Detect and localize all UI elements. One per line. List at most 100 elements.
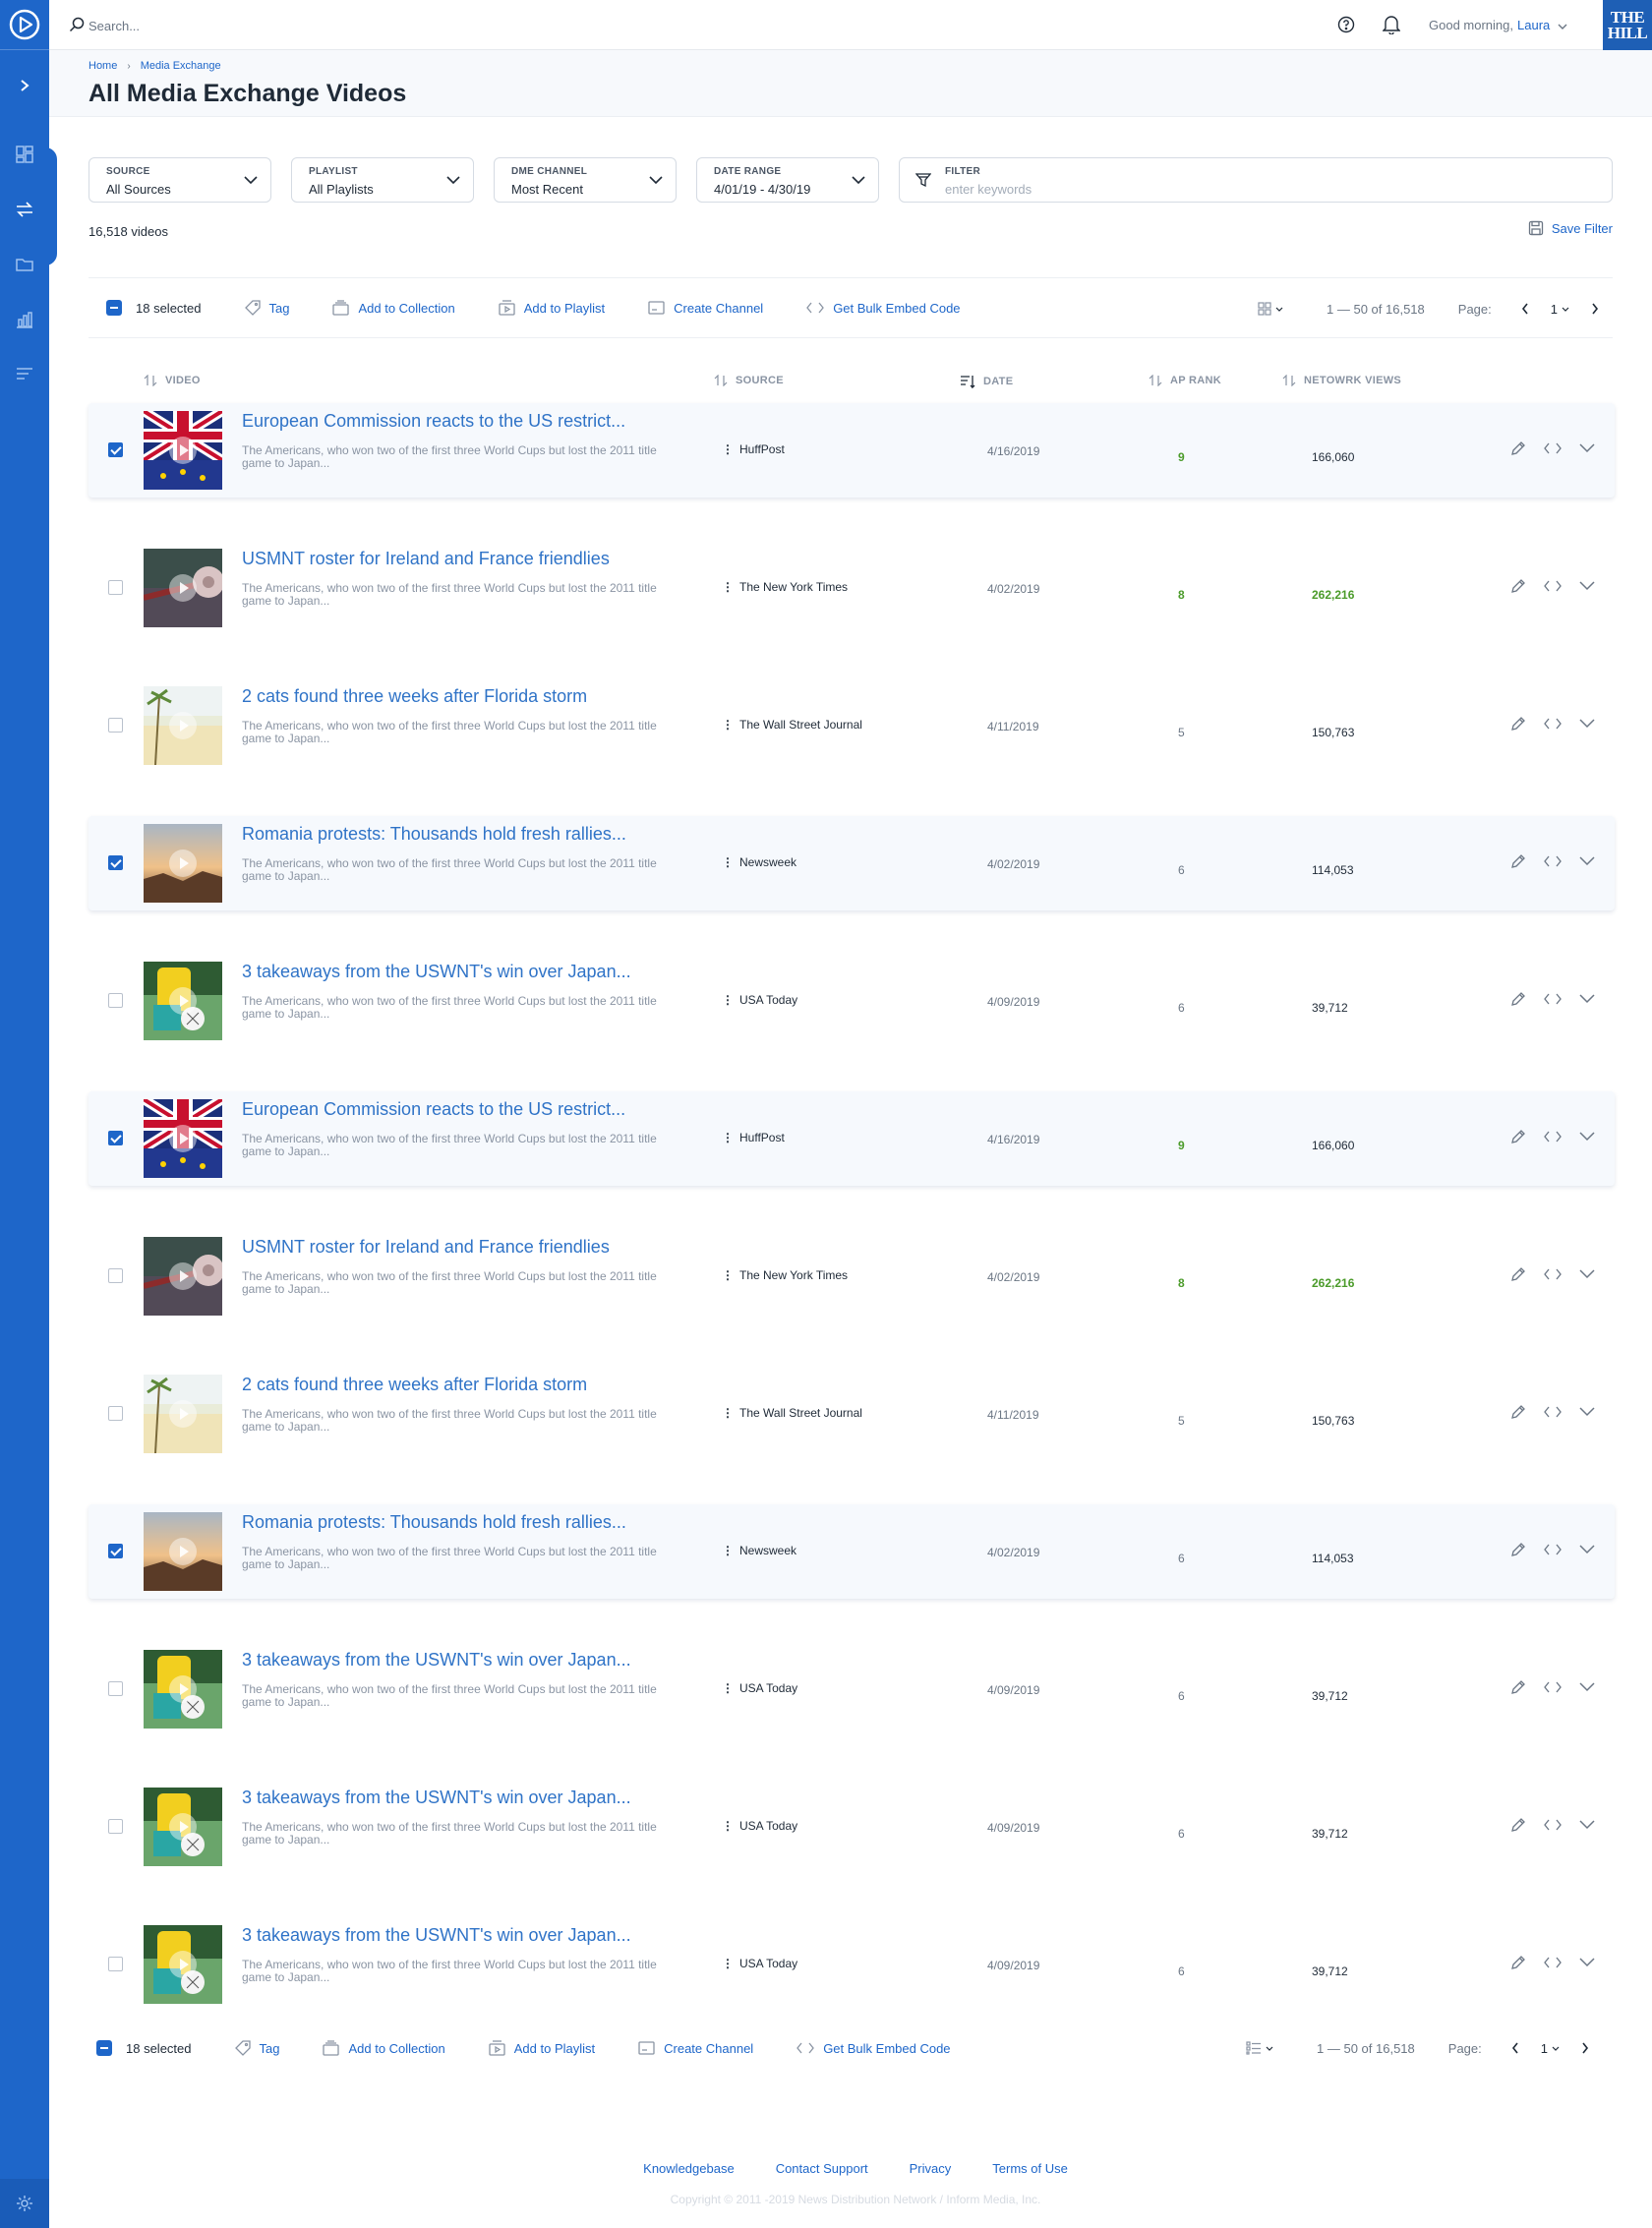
embed-code-icon[interactable] [1544,993,1562,1005]
add-to-playlist-button[interactable]: Add to Playlist [489,2040,595,2056]
bulk-embed-button[interactable]: Get Bulk Embed Code [806,301,961,316]
table-row[interactable]: 2 cats found three weeks after Florida s… [88,1367,1615,1461]
video-title[interactable]: 3 takeaways from the USWNT's win over Ja… [242,962,631,982]
video-title[interactable]: 3 takeaways from the USWNT's win over Ja… [242,1925,631,1946]
kebab-menu-icon[interactable]: ⋮ [722,1819,734,1833]
view-toggle[interactable] [1246,2041,1273,2055]
video-title[interactable]: 2 cats found three weeks after Florida s… [242,686,587,707]
chevron-right-icon[interactable] [1591,303,1599,315]
play-icon[interactable] [169,1400,197,1428]
row-checkbox[interactable] [108,718,123,733]
expand-row-chevron-icon[interactable] [1579,581,1595,591]
user-menu[interactable]: Good morning, Laura [1429,18,1567,32]
select-all-checkbox[interactable] [96,2040,112,2056]
play-icon[interactable] [169,987,197,1015]
edit-pencil-icon[interactable] [1510,1266,1526,1282]
kebab-menu-icon[interactable]: ⋮ [722,855,734,869]
embed-code-icon[interactable] [1544,1819,1562,1831]
exchange-icon[interactable] [12,197,37,222]
view-toggle[interactable] [1258,302,1283,316]
kebab-menu-icon[interactable]: ⋮ [722,442,734,456]
column-header-date[interactable]: DATE [960,375,1013,388]
bulk-embed-button[interactable]: Get Bulk Embed Code [796,2041,951,2056]
edit-pencil-icon[interactable] [1510,1404,1526,1420]
play-icon[interactable] [169,1813,197,1841]
expand-row-chevron-icon[interactable] [1579,856,1595,866]
edit-pencil-icon[interactable] [1510,1817,1526,1833]
video-title[interactable]: European Commission reacts to the US res… [242,411,625,432]
video-thumbnail[interactable] [144,686,222,765]
chevron-right-icon[interactable] [1581,2042,1589,2054]
video-thumbnail[interactable] [144,1788,222,1866]
kebab-menu-icon[interactable]: ⋮ [722,1957,734,1970]
video-title[interactable]: 3 takeaways from the USWNT's win over Ja… [242,1650,631,1671]
app-logo-icon[interactable] [8,8,41,41]
footer-link-contact-support[interactable]: Contact Support [776,2161,868,2176]
footer-link-terms[interactable]: Terms of Use [992,2161,1068,2176]
play-icon[interactable] [169,437,197,464]
date-range-select[interactable]: DATE RANGE 4/01/19 - 4/30/19 [696,157,879,203]
edit-pencil-icon[interactable] [1510,1542,1526,1557]
page-select[interactable]: 1 [1551,302,1569,317]
expand-row-chevron-icon[interactable] [1579,1269,1595,1279]
expand-row-chevron-icon[interactable] [1579,994,1595,1004]
table-row[interactable]: 2 cats found three weeks after Florida s… [88,678,1615,773]
expand-row-chevron-icon[interactable] [1579,1132,1595,1142]
edit-pencil-icon[interactable] [1510,853,1526,869]
edit-pencil-icon[interactable] [1510,440,1526,456]
video-thumbnail[interactable] [144,1512,222,1591]
column-header-source[interactable]: SOURCE [714,375,784,386]
play-icon[interactable] [169,712,197,739]
video-title[interactable]: Romania protests: Thousands hold fresh r… [242,824,626,845]
help-icon[interactable] [1337,16,1355,33]
video-thumbnail[interactable] [144,1650,222,1729]
expand-row-chevron-icon[interactable] [1579,1682,1595,1692]
play-icon[interactable] [169,1125,197,1152]
row-checkbox[interactable] [108,855,123,870]
add-to-collection-button[interactable]: Add to Collection [332,300,455,316]
source-filter-select[interactable]: SOURCE All Sources [88,157,271,203]
breadcrumb-media-exchange[interactable]: Media Exchange [141,60,221,72]
video-title[interactable]: Romania protests: Thousands hold fresh r… [242,1512,626,1533]
embed-code-icon[interactable] [1544,1544,1562,1555]
embed-code-icon[interactable] [1544,718,1562,730]
edit-pencil-icon[interactable] [1510,991,1526,1007]
edit-pencil-icon[interactable] [1510,1679,1526,1695]
embed-code-icon[interactable] [1544,580,1562,592]
column-header-video[interactable]: VIDEO [144,375,201,386]
video-thumbnail[interactable] [144,411,222,490]
add-to-collection-button[interactable]: Add to Collection [323,2040,445,2056]
kebab-menu-icon[interactable]: ⋮ [722,1131,734,1144]
kebab-menu-icon[interactable]: ⋮ [722,1268,734,1282]
playlist-filter-select[interactable]: PLAYLIST All Playlists [291,157,474,203]
video-title[interactable]: USMNT roster for Ireland and France frie… [242,1237,610,1258]
expand-row-chevron-icon[interactable] [1579,719,1595,729]
expand-row-chevron-icon[interactable] [1579,1958,1595,1967]
embed-code-icon[interactable] [1544,1268,1562,1280]
video-thumbnail[interactable] [144,824,222,903]
embed-code-icon[interactable] [1544,1131,1562,1143]
chevron-left-icon[interactable] [1511,2042,1519,2054]
expand-row-chevron-icon[interactable] [1579,1820,1595,1830]
page-select[interactable]: 1 [1541,2041,1560,2056]
video-thumbnail[interactable] [144,549,222,627]
kebab-menu-icon[interactable]: ⋮ [722,718,734,732]
video-title[interactable]: USMNT roster for Ireland and France frie… [242,549,610,569]
row-checkbox[interactable] [108,993,123,1008]
dashboard-icon[interactable] [12,142,37,167]
video-thumbnail[interactable] [144,962,222,1040]
expand-sidebar-icon[interactable] [0,61,49,110]
playlist-icon[interactable] [12,362,37,387]
table-row[interactable]: 3 takeaways from the USWNT's win over Ja… [88,1642,1615,1736]
analytics-icon[interactable] [12,307,37,332]
table-row[interactable]: European Commission reacts to the US res… [88,1091,1615,1186]
video-thumbnail[interactable] [144,1237,222,1316]
select-all-checkbox[interactable] [106,300,122,316]
embed-code-icon[interactable] [1544,855,1562,867]
edit-pencil-icon[interactable] [1510,716,1526,732]
kebab-menu-icon[interactable]: ⋮ [722,1681,734,1695]
video-thumbnail[interactable] [144,1099,222,1178]
play-icon[interactable] [169,574,197,602]
play-icon[interactable] [169,1538,197,1565]
tag-button[interactable]: Tag [234,2040,279,2056]
